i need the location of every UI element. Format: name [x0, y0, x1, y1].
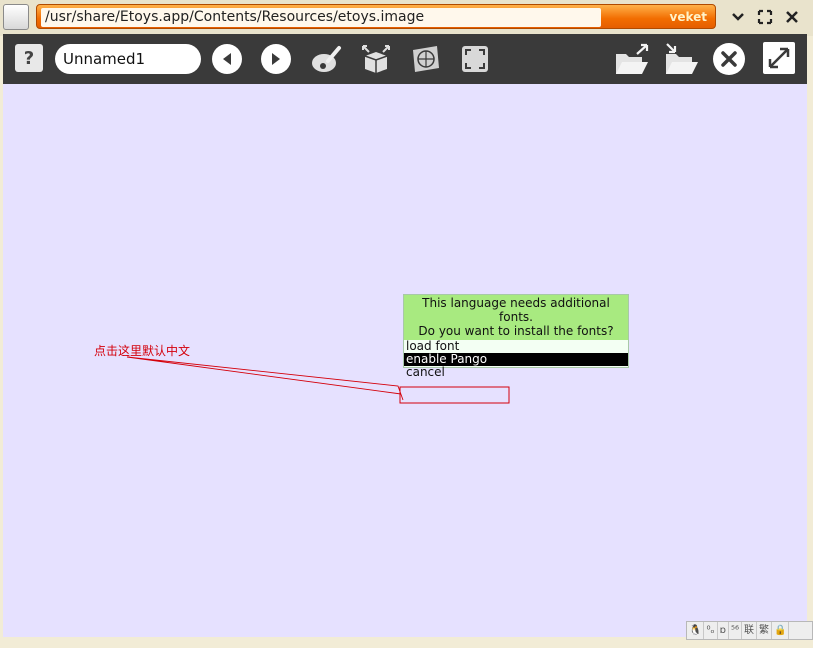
close-window-icon[interactable] — [783, 8, 801, 26]
close-icon — [721, 51, 737, 67]
folder-open-icon — [616, 43, 649, 74]
font-install-menu: This language needs additional fonts. Do… — [403, 294, 629, 379]
globe-icon — [413, 46, 439, 72]
tray-traditional[interactable]: 繁 — [757, 622, 772, 639]
tray-lianxiang[interactable]: 联 — [742, 622, 757, 639]
menu-item-cancel[interactable]: cancel — [404, 366, 628, 379]
project-name-field[interactable]: Unnamed1 — [55, 44, 201, 74]
save-project-button[interactable] — [661, 42, 699, 78]
quit-button[interactable] — [713, 43, 745, 75]
open-project-button[interactable] — [613, 42, 651, 78]
etoys-world-canvas[interactable]: 点击这里默认中文 This language needs additional … — [3, 84, 807, 637]
fullscreen-button[interactable] — [459, 43, 491, 75]
folder-save-icon — [666, 43, 698, 74]
tray-lock-icon[interactable]: 🔒 — [772, 622, 790, 639]
input-method-tray: 🐧 ⁰ₒ ɒ ⁵⁶ 联 繁 🔒 — [686, 621, 813, 640]
share-world-button[interactable] — [409, 42, 443, 76]
menu-header-line2: Do you want to install the fonts? — [418, 324, 614, 338]
tray-width-icon[interactable]: ⁵⁶ — [729, 622, 742, 639]
help-label: ? — [23, 47, 35, 69]
annotation-label: 点击这里默认中文 — [94, 344, 191, 358]
supplies-button[interactable] — [359, 42, 393, 76]
expand-button[interactable] — [763, 42, 795, 74]
window-menu-button[interactable] — [3, 4, 29, 30]
menu-header-line1: This language needs additional fonts. — [422, 296, 610, 324]
forward-button[interactable] — [261, 44, 291, 74]
title-bar: /usr/share/Etoys.app/Contents/Resources/… — [36, 4, 716, 29]
help-button[interactable]: ? — [15, 44, 43, 72]
maximize-icon[interactable] — [756, 8, 774, 26]
paint-palette-icon — [312, 46, 341, 72]
etoys-toolbar: ? Unnamed1 — [3, 34, 807, 84]
minimize-icon[interactable] — [729, 8, 747, 26]
supplies-box-icon — [362, 45, 390, 73]
window-brand: veket — [669, 10, 708, 24]
expand-arrows-icon — [768, 47, 790, 69]
etoys-window: ? Unnamed1 点击这里默认中文 This language needs … — [3, 34, 807, 637]
tray-penguin-icon[interactable]: 🐧 — [687, 622, 705, 639]
arrow-left-icon — [223, 53, 231, 65]
window-title: /usr/share/Etoys.app/Contents/Resources/… — [41, 8, 601, 27]
back-button[interactable] — [212, 44, 242, 74]
paint-button[interactable] — [309, 42, 343, 76]
fullscreen-icon — [462, 46, 488, 72]
tray-pen-icon[interactable]: ɒ — [718, 622, 729, 639]
menu-header: This language needs additional fonts. Do… — [404, 295, 628, 340]
arrow-right-icon — [272, 53, 280, 65]
tray-punctuation-icon[interactable]: ⁰ₒ — [704, 622, 718, 639]
project-name-text: Unnamed1 — [63, 50, 146, 68]
